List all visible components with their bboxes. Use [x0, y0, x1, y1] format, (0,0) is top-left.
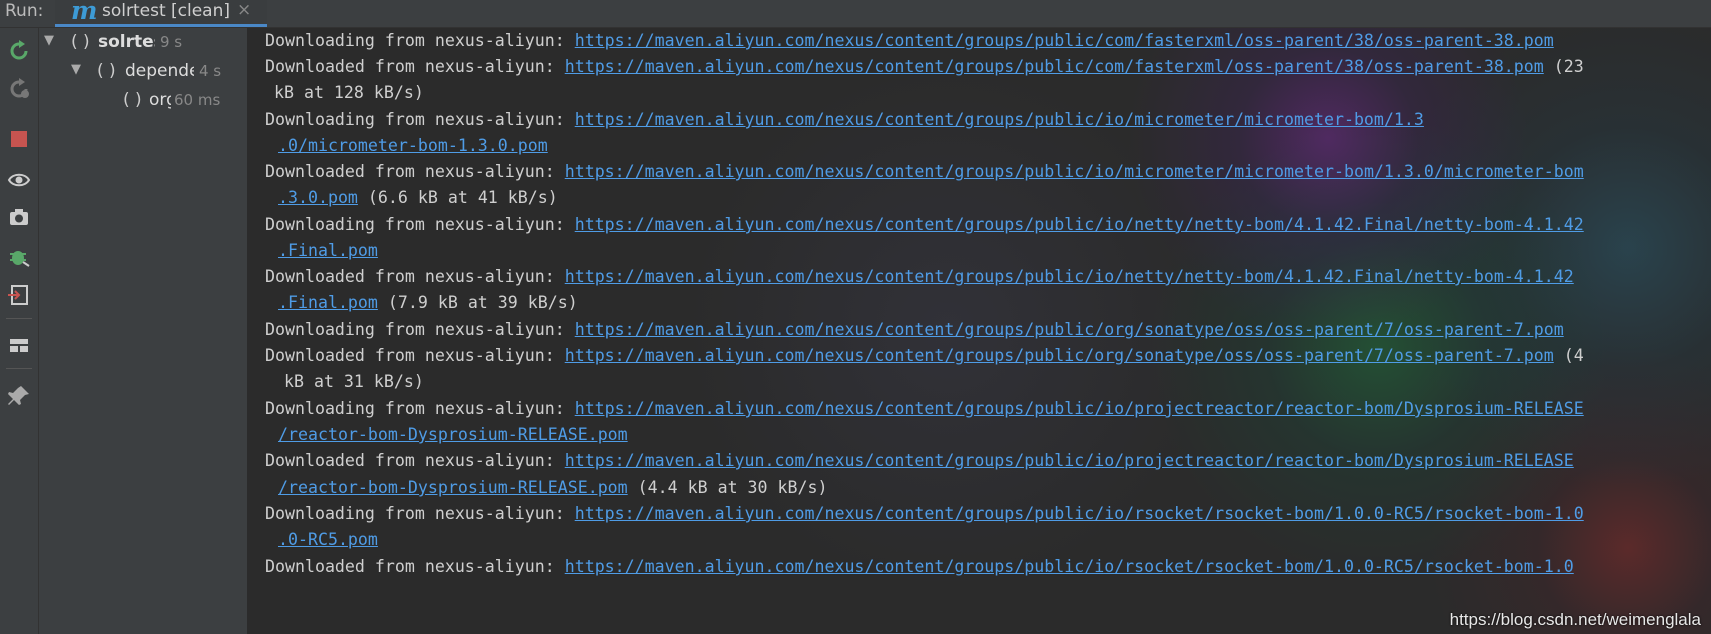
- rerun-icon[interactable]: [7, 40, 31, 62]
- console-text: (23: [1543, 57, 1584, 76]
- tree-node-org[interactable]: ( ) org 60 ms: [39, 90, 247, 118]
- console-text: Downloaded from nexus-aliyun:: [265, 557, 565, 576]
- toolbar-separator: [6, 368, 32, 369]
- spinner-icon: ( ): [123, 90, 142, 110]
- rerun-failed-icon[interactable]: [7, 78, 31, 100]
- show-icon[interactable]: [7, 169, 31, 191]
- close-icon[interactable]: ×: [237, 0, 251, 20]
- console-line: .0-RC5.pom: [248, 527, 1711, 553]
- toolbar-separator: [6, 318, 32, 319]
- tree-node-time: 60 ms: [174, 91, 221, 109]
- console-link[interactable]: /reactor-bom-Dysprosium-RELEASE.pom: [278, 478, 628, 497]
- console-line: Downloaded from nexus-aliyun: https://ma…: [248, 264, 1711, 290]
- console-line: kB at 128 kB/s): [248, 80, 1711, 106]
- console-link[interactable]: .3.0.pom: [278, 188, 358, 207]
- chevron-down-icon[interactable]: ▼: [71, 62, 81, 77]
- console-line: .Final.pom: [248, 238, 1711, 264]
- watermark: https://blog.csdn.net/weimenglala: [1449, 610, 1701, 629]
- console-link[interactable]: .Final.pom: [278, 241, 378, 260]
- console-link[interactable]: https://maven.aliyun.com/nexus/content/g…: [565, 162, 1584, 181]
- console-line: .0/micrometer-bom-1.3.0.pom: [248, 133, 1711, 159]
- console-line: Downloading from nexus-aliyun: https://m…: [248, 317, 1711, 343]
- tree-node-label: org: [149, 90, 171, 110]
- chevron-down-icon[interactable]: ▼: [44, 33, 54, 48]
- console-text: Downloaded from nexus-aliyun:: [265, 451, 565, 470]
- console-line: .3.0.pom (6.6 kB at 41 kB/s): [248, 185, 1711, 211]
- console-text: Downloading from nexus-aliyun:: [265, 504, 575, 523]
- run-tree-panel: ▼ ( ) solrtest [clea 9 s ▼ ( ) depende 4…: [39, 28, 248, 634]
- console-line: Downloaded from nexus-aliyun: https://ma…: [248, 554, 1711, 580]
- console-link[interactable]: https://maven.aliyun.com/nexus/content/g…: [575, 320, 1564, 339]
- console-line: Downloading from nexus-aliyun: https://m…: [248, 501, 1711, 527]
- maven-icon: m: [71, 0, 98, 25]
- console-line: Downloading from nexus-aliyun: https://m…: [248, 396, 1711, 422]
- console-link[interactable]: https://maven.aliyun.com/nexus/content/g…: [565, 267, 1574, 286]
- console-line: Downloaded from nexus-aliyun: https://ma…: [248, 448, 1711, 474]
- console-text: Downloading from nexus-aliyun:: [265, 31, 575, 50]
- console-text: (4.4 kB at 30 kB/s): [627, 478, 828, 497]
- console-link[interactable]: https://maven.aliyun.com/nexus/content/g…: [565, 346, 1554, 365]
- console-line: .Final.pom (7.9 kB at 39 kB/s): [248, 290, 1711, 316]
- console-text: Downloading from nexus-aliyun:: [265, 215, 575, 234]
- console-line: Downloading from nexus-aliyun: https://m…: [248, 28, 1711, 54]
- console-line: Downloading from nexus-aliyun: https://m…: [248, 212, 1711, 238]
- console-line: /reactor-bom-Dysprosium-RELEASE.pom: [248, 422, 1711, 448]
- console-line: Downloaded from nexus-aliyun: https://ma…: [248, 159, 1711, 185]
- stop-icon[interactable]: [7, 128, 31, 150]
- tree-node-label: depende: [125, 61, 194, 81]
- console-text: (6.6 kB at 41 kB/s): [357, 188, 558, 207]
- console-line: Downloaded from nexus-aliyun: https://ma…: [248, 343, 1711, 369]
- console-text: Downloaded from nexus-aliyun:: [265, 57, 565, 76]
- console-link[interactable]: https://maven.aliyun.com/nexus/content/g…: [575, 504, 1584, 523]
- spinner-icon: ( ): [97, 61, 116, 81]
- console-link[interactable]: https://maven.aliyun.com/nexus/content/g…: [575, 31, 1554, 50]
- console-text: Downloading from nexus-aliyun:: [265, 320, 575, 339]
- console-text: Downloaded from nexus-aliyun:: [265, 346, 565, 365]
- run-label: Run:: [5, 1, 44, 21]
- layout-icon[interactable]: [7, 334, 31, 356]
- exit-icon[interactable]: [7, 284, 31, 306]
- console-output[interactable]: Downloading from nexus-aliyun: https://m…: [248, 28, 1711, 634]
- console-text: Downloaded from nexus-aliyun:: [265, 162, 565, 181]
- console-link[interactable]: https://maven.aliyun.com/nexus/content/g…: [575, 399, 1584, 418]
- console-link[interactable]: https://maven.aliyun.com/nexus/content/g…: [575, 215, 1584, 234]
- console-link[interactable]: .0-RC5.pom: [278, 530, 378, 549]
- tree-node-time: 9 s: [160, 33, 183, 51]
- tree-node-solrtest[interactable]: ▼ ( ) solrtest [clea 9 s: [39, 32, 247, 60]
- run-tool-window-header: Run: m solrtest [clean] ×: [0, 0, 1711, 28]
- screenshot-icon[interactable]: [7, 206, 31, 228]
- pin-icon[interactable]: [7, 384, 31, 406]
- console-link[interactable]: https://maven.aliyun.com/nexus/content/g…: [565, 451, 1574, 470]
- console-text: (4: [1553, 346, 1584, 365]
- console-line: Downloaded from nexus-aliyun: https://ma…: [248, 54, 1711, 80]
- console-link[interactable]: .0/micrometer-bom-1.3.0.pom: [278, 136, 548, 155]
- tab-solrtest-clean[interactable]: m solrtest [clean] ×: [55, 0, 267, 27]
- console-link[interactable]: /reactor-bom-Dysprosium-RELEASE.pom: [278, 425, 628, 444]
- console-line: Downloading from nexus-aliyun: https://m…: [248, 107, 1711, 133]
- console-line: kB at 31 kB/s): [248, 369, 1711, 395]
- tree-node-label: solrtest [clea: [98, 32, 155, 52]
- console-text: kB at 128 kB/s): [264, 83, 424, 102]
- console-link[interactable]: https://maven.aliyun.com/nexus/content/g…: [575, 110, 1424, 129]
- spinner-icon: ( ): [71, 32, 90, 52]
- console-text: (7.9 kB at 39 kB/s): [377, 293, 578, 312]
- console-line: /reactor-bom-Dysprosium-RELEASE.pom (4.4…: [248, 475, 1711, 501]
- debug-icon[interactable]: [7, 246, 31, 268]
- console-text: Downloading from nexus-aliyun:: [265, 110, 575, 129]
- console-text: kB at 31 kB/s): [264, 372, 424, 391]
- tree-node-dependencies[interactable]: ▼ ( ) depende 4 s: [39, 61, 247, 89]
- tree-node-time: 4 s: [199, 62, 222, 80]
- console-link[interactable]: https://maven.aliyun.com/nexus/content/g…: [565, 57, 1544, 76]
- console-link[interactable]: https://maven.aliyun.com/nexus/content/g…: [565, 557, 1574, 576]
- console-link[interactable]: .Final.pom: [278, 293, 378, 312]
- run-toolbar: [0, 28, 39, 634]
- tab-title: solrtest [clean]: [102, 1, 231, 21]
- console-text: Downloaded from nexus-aliyun:: [265, 267, 565, 286]
- console-text: Downloading from nexus-aliyun:: [265, 399, 575, 418]
